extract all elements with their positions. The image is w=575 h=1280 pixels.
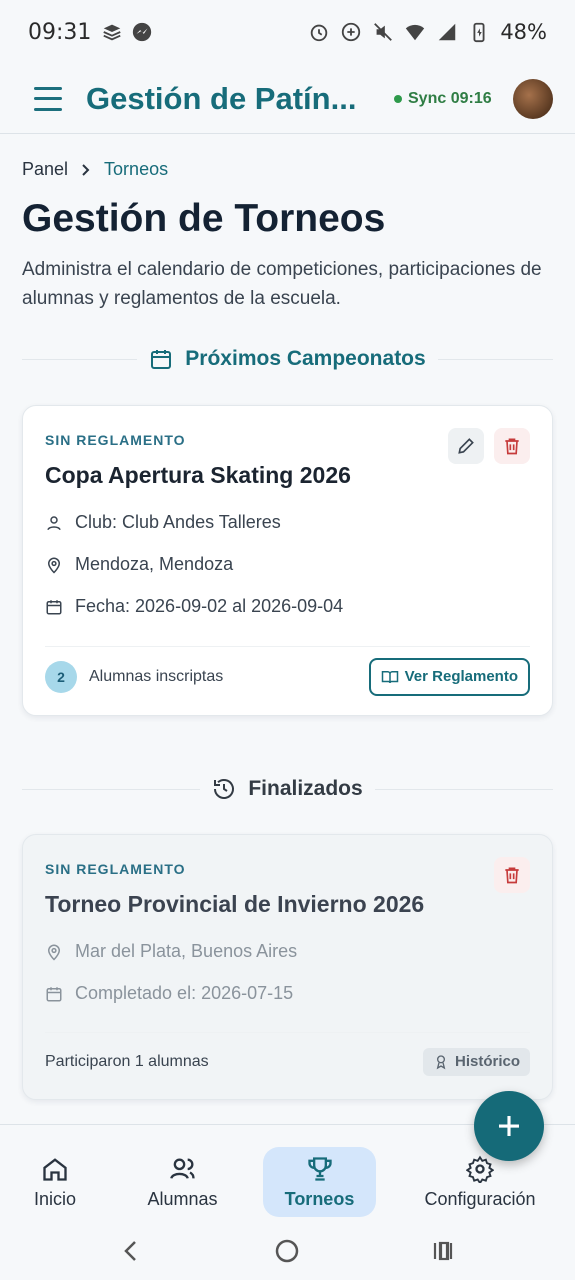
award-icon — [436, 1054, 446, 1069]
tournament-title: Torneo Provincial de Invierno 2026 — [45, 891, 425, 917]
avatar[interactable] — [513, 78, 553, 119]
enrolled-count-badge: 2 — [45, 660, 77, 693]
finished-heading: Finalizados — [248, 777, 363, 800]
status-bar: 09:31 48% — [0, 0, 575, 64]
location-row: Mar del Plata, Buenos Aires — [45, 941, 297, 962]
participants-text: Participaron 1 alumnas — [45, 1052, 209, 1070]
rules-status-tag: SIN REGLAMENTO — [45, 861, 186, 877]
alarm-icon — [311, 24, 328, 42]
tournament-card-finished[interactable]: SIN REGLAMENTO Torneo Provincial de Invi… — [22, 834, 553, 1100]
app-bar: Gestión de Patín... Sync 09:16 — [0, 64, 575, 134]
map-pin-icon — [47, 557, 61, 574]
trash-icon — [505, 438, 519, 455]
date-text: Fecha: 2026-09-02 al 2026-09-04 — [75, 596, 344, 616]
nav-item-inicio[interactable]: Inicio — [10, 1147, 100, 1217]
chevron-right-icon — [82, 163, 90, 176]
club-row: Club: Club Andes Talleres — [45, 512, 281, 533]
edit-button[interactable] — [448, 428, 484, 464]
battery-icon — [473, 22, 485, 43]
sync-label: Sync 09:16 — [408, 89, 492, 107]
upcoming-heading: Próximos Campeonatos — [185, 347, 426, 370]
data-saver-icon — [342, 22, 361, 42]
completed-text: Completado el: 2026-07-15 — [75, 983, 294, 1003]
trophy-icon — [307, 1156, 332, 1181]
sync-dot-icon — [394, 94, 402, 103]
calendar-icon — [151, 350, 172, 369]
back-button[interactable] — [116, 1236, 146, 1266]
user-icon — [47, 515, 61, 530]
delete-button[interactable] — [494, 857, 530, 893]
card-footer: Participaron 1 alumnas Histórico — [45, 1032, 530, 1090]
tournament-card[interactable]: SIN REGLAMENTO Copa Apertura Skating 202… — [22, 405, 553, 716]
page-description: Administra el calendario de competicione… — [22, 259, 542, 309]
rules-status-tag: SIN REGLAMENTO — [45, 432, 186, 448]
signal-icon — [439, 23, 456, 41]
status-time: 09:31 — [28, 19, 92, 45]
add-tournament-button[interactable] — [474, 1091, 544, 1161]
gmail-stack-icon — [103, 24, 122, 41]
location-row: Mendoza, Mendoza — [45, 554, 233, 575]
location-text: Mendoza, Mendoza — [75, 554, 234, 574]
date-row: Fecha: 2026-09-02 al 2026-09-04 — [45, 596, 343, 617]
breadcrumb-current: Torneos — [104, 159, 169, 179]
breadcrumb-home[interactable]: Panel — [22, 159, 68, 180]
upcoming-section-header: Próximos Campeonatos — [22, 347, 553, 371]
tournament-title: Copa Apertura Skating 2026 — [45, 462, 351, 488]
sync-status: Sync 09:16 — [394, 90, 492, 108]
finished-section-header: Finalizados — [22, 777, 554, 801]
enrolled-label: Alumnas inscriptas — [89, 667, 224, 685]
club-text: Club: Club Andes Talleres — [75, 512, 281, 532]
mute-icon — [374, 23, 393, 41]
card-footer: 2 Alumnas inscriptas Ver Reglamento — [45, 646, 530, 706]
plus-icon — [499, 1116, 519, 1136]
nav-item-configuracion[interactable]: Configuración — [412, 1147, 548, 1217]
nav-label: Alumnas — [147, 1188, 218, 1209]
calendar-icon — [46, 599, 62, 614]
page-title: Gestión de Torneos — [22, 197, 386, 240]
book-open-icon — [381, 670, 398, 683]
messenger-icon — [133, 22, 152, 42]
app-title: Gestión de Patín... — [86, 80, 357, 116]
recents-icon — [433, 1241, 453, 1261]
map-pin-icon — [47, 944, 61, 961]
users-icon — [169, 1158, 195, 1179]
nav-label: Configuración — [424, 1188, 536, 1209]
trash-icon — [505, 867, 519, 884]
circle-home-icon — [275, 1239, 299, 1263]
calendar-icon — [46, 986, 62, 1001]
breadcrumb: Panel Torneos — [22, 159, 168, 180]
system-nav-bar — [0, 1224, 575, 1280]
menu-icon[interactable] — [34, 86, 62, 111]
delete-button[interactable] — [494, 428, 530, 464]
view-rules-button[interactable]: Ver Reglamento — [368, 657, 530, 696]
home-icon — [43, 1157, 67, 1181]
historic-badge: Histórico — [422, 1047, 530, 1076]
history-icon — [214, 779, 235, 799]
nav-label: Torneos — [284, 1188, 355, 1209]
gear-icon — [466, 1155, 494, 1183]
back-icon — [124, 1241, 136, 1261]
view-rules-label: Ver Reglamento — [404, 668, 518, 685]
pencil-icon — [458, 438, 474, 454]
wifi-icon — [406, 24, 425, 41]
completed-row: Completado el: 2026-07-15 — [45, 983, 293, 1004]
battery-level: 48% — [500, 20, 547, 44]
nav-item-torneos[interactable]: Torneos — [263, 1147, 376, 1217]
nav-label: Inicio — [33, 1188, 77, 1209]
recents-button[interactable] — [428, 1236, 458, 1266]
location-text: Mar del Plata, Buenos Aires — [75, 941, 298, 961]
historic-badge-label: Histórico — [454, 1053, 520, 1070]
home-button[interactable] — [272, 1236, 302, 1266]
nav-item-alumnas[interactable]: Alumnas — [130, 1147, 235, 1217]
